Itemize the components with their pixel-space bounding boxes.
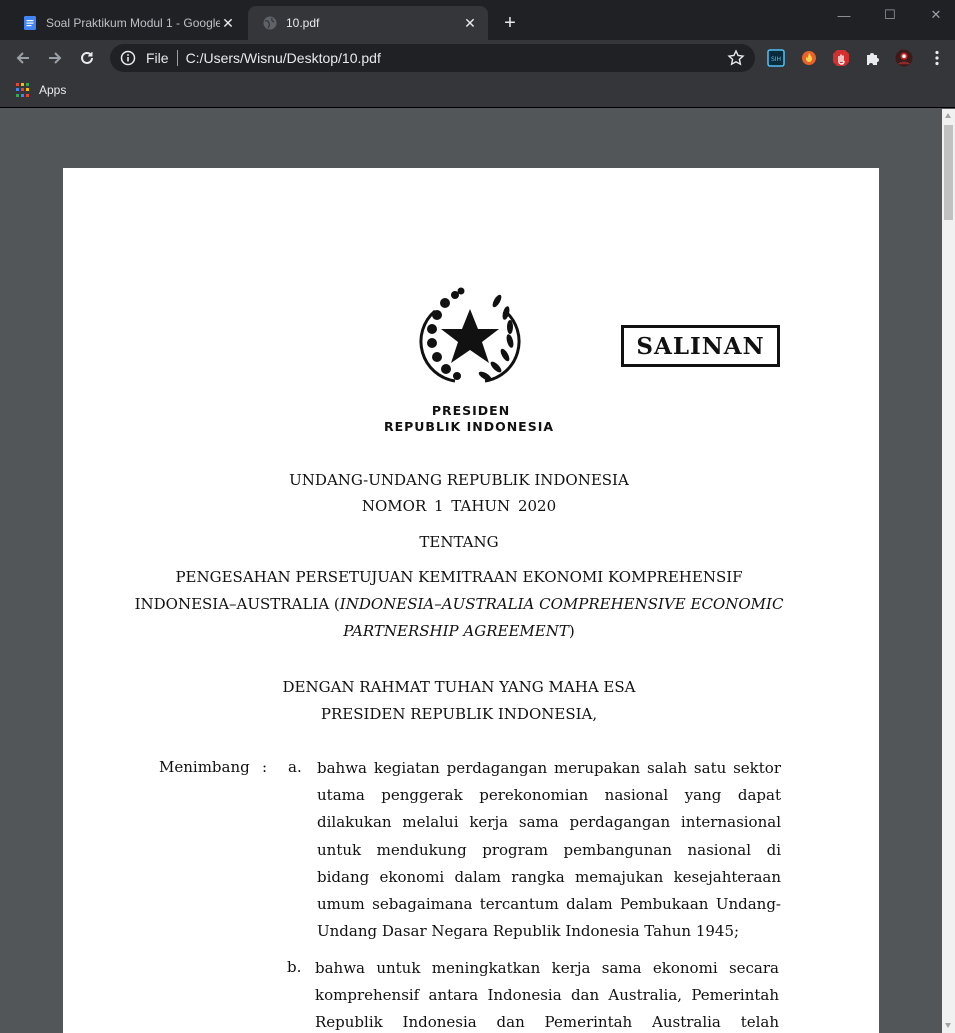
rahmat-line-1: DENGAN RAHMAT TUHAN YANG MAHA ESA — [282, 678, 636, 696]
item-a-line: bidang ekonomi dalam rangka memajukan ke… — [317, 867, 781, 886]
bookmarks-bar: Apps — [0, 76, 955, 108]
item-a-line: umum sebagaimana tercantum dalam Pembuka… — [317, 895, 781, 914]
minimize-icon[interactable]: — — [821, 0, 867, 30]
back-icon[interactable] — [11, 46, 35, 70]
scroll-down-icon[interactable] — [945, 1023, 951, 1028]
law-title: UNDANG-UNDANG REPUBLIK INDONESIA — [289, 471, 629, 489]
item-a-text: bahwa kegiatan perdagangan merupakan sal… — [317, 755, 781, 945]
svg-text:SIH: SIH — [771, 56, 781, 63]
item-a-line: untuk mendukung program pembangunan nasi… — [317, 840, 781, 859]
adblock-hand-icon[interactable] — [832, 49, 850, 67]
google-docs-icon — [24, 16, 36, 30]
tab-strip: Soal Praktikum Modul 1 - Google Docs ✕ 1… — [0, 0, 955, 40]
menu-kebab-icon[interactable] — [928, 49, 946, 67]
globe-icon — [263, 16, 277, 30]
subject-line-1: PENGESAHAN PERSETUJUAN KEMITRAAN EKONOMI… — [175, 568, 743, 586]
item-b-letter: b. — [287, 958, 302, 976]
subject-italic: INDONESIA–AUSTRALIA COMPREHENSIVE ECONOM… — [339, 595, 784, 613]
tab-title: 10.pdf — [286, 16, 320, 30]
item-a-line: Undang Dasar Negara Republik Indonesia T… — [317, 922, 740, 941]
emblem-caption-presiden: PRESIDEN — [431, 403, 511, 418]
subject-line-2: INDONESIA–AUSTRALIA (INDONESIA–AUSTRALIA… — [51, 591, 867, 618]
close-window-icon[interactable]: ✕ — [913, 0, 955, 30]
item-b-line: komprehensif antara Indonesia dan Austra… — [315, 986, 779, 1005]
divider — [176, 50, 178, 66]
info-icon[interactable] — [120, 50, 136, 66]
tab-pdf[interactable]: 10.pdf ✕ — [248, 6, 488, 40]
tab-title: Soal Praktikum Modul 1 - Google Docs — [46, 16, 220, 30]
item-b-line: Republik Indonesia dan Pemerintah Austra… — [315, 1013, 779, 1032]
tab-google-docs[interactable]: Soal Praktikum Modul 1 - Google Docs ✕ — [8, 6, 246, 40]
item-b-text: bahwa untuk meningkatkan kerja sama ekon… — [315, 955, 779, 1033]
toolbar: File C:/Users/Wisnu/Desktop/10.pdf SIH — [0, 40, 955, 76]
url-text[interactable]: C:/Users/Wisnu/Desktop/10.pdf — [186, 50, 727, 66]
garuda-emblem-icon — [419, 287, 521, 383]
puzzle-icon[interactable] — [864, 49, 882, 67]
address-bar[interactable]: File C:/Users/Wisnu/Desktop/10.pdf — [110, 44, 755, 72]
pdf-page: PRESIDEN REPUBLIK INDONESIA SALINAN UNDA… — [63, 168, 879, 1033]
reload-icon[interactable] — [75, 46, 99, 70]
pdf-viewer[interactable]: PRESIDEN REPUBLIK INDONESIA SALINAN UNDA… — [0, 109, 942, 1033]
sih-icon[interactable]: SIH — [767, 49, 785, 67]
url-scheme: File — [146, 50, 169, 66]
apps-grid-icon — [16, 83, 30, 97]
menimbang-label: Menimbang — [159, 758, 250, 776]
close-tab-icon[interactable]: ✕ — [220, 15, 236, 31]
apps-shortcut[interactable]: Apps — [16, 83, 66, 97]
apps-label: Apps — [39, 83, 67, 97]
subject-line-3: PARTNERSHIP AGREEMENT) — [51, 618, 867, 645]
law-number: NOMOR 1 TAHUN 2020 — [361, 497, 557, 515]
vertical-scrollbar[interactable] — [942, 109, 955, 1033]
emblem-caption-republik: REPUBLIK INDONESIA — [383, 419, 555, 434]
subject-close: ) — [568, 622, 575, 640]
tentang-heading: TENTANG — [419, 533, 499, 551]
profile-avatar[interactable] — [895, 49, 913, 67]
menimbang-colon: : — [262, 758, 268, 776]
scrollbar-thumb[interactable] — [944, 125, 953, 220]
item-a-line: bahwa kegiatan perdagangan merupakan sal… — [317, 759, 781, 777]
rahmat-line-2: PRESIDEN REPUBLIK INDONESIA, — [320, 705, 598, 723]
scroll-up-icon[interactable] — [945, 113, 951, 118]
bookmark-star-icon[interactable] — [727, 49, 745, 67]
new-tab-button[interactable]: + — [498, 11, 522, 35]
fire-extension-icon[interactable] — [800, 49, 818, 67]
item-a-line: utama penggerak perekonomian nasional ya… — [317, 786, 781, 805]
item-a-line: dilakukan melalui kerja sama perdagangan… — [317, 813, 781, 832]
item-a-letter: a. — [288, 758, 302, 776]
salinan-stamp: SALINAN — [621, 325, 780, 367]
maximize-icon[interactable]: ☐ — [867, 0, 913, 30]
item-b-line: bahwa untuk meningkatkan kerja sama ekon… — [315, 959, 779, 977]
subject-italic-2: PARTNERSHIP AGREEMENT — [343, 622, 569, 640]
forward-icon[interactable] — [43, 46, 67, 70]
subject-plain: INDONESIA–AUSTRALIA ( — [134, 595, 340, 613]
close-tab-icon[interactable]: ✕ — [462, 15, 478, 31]
